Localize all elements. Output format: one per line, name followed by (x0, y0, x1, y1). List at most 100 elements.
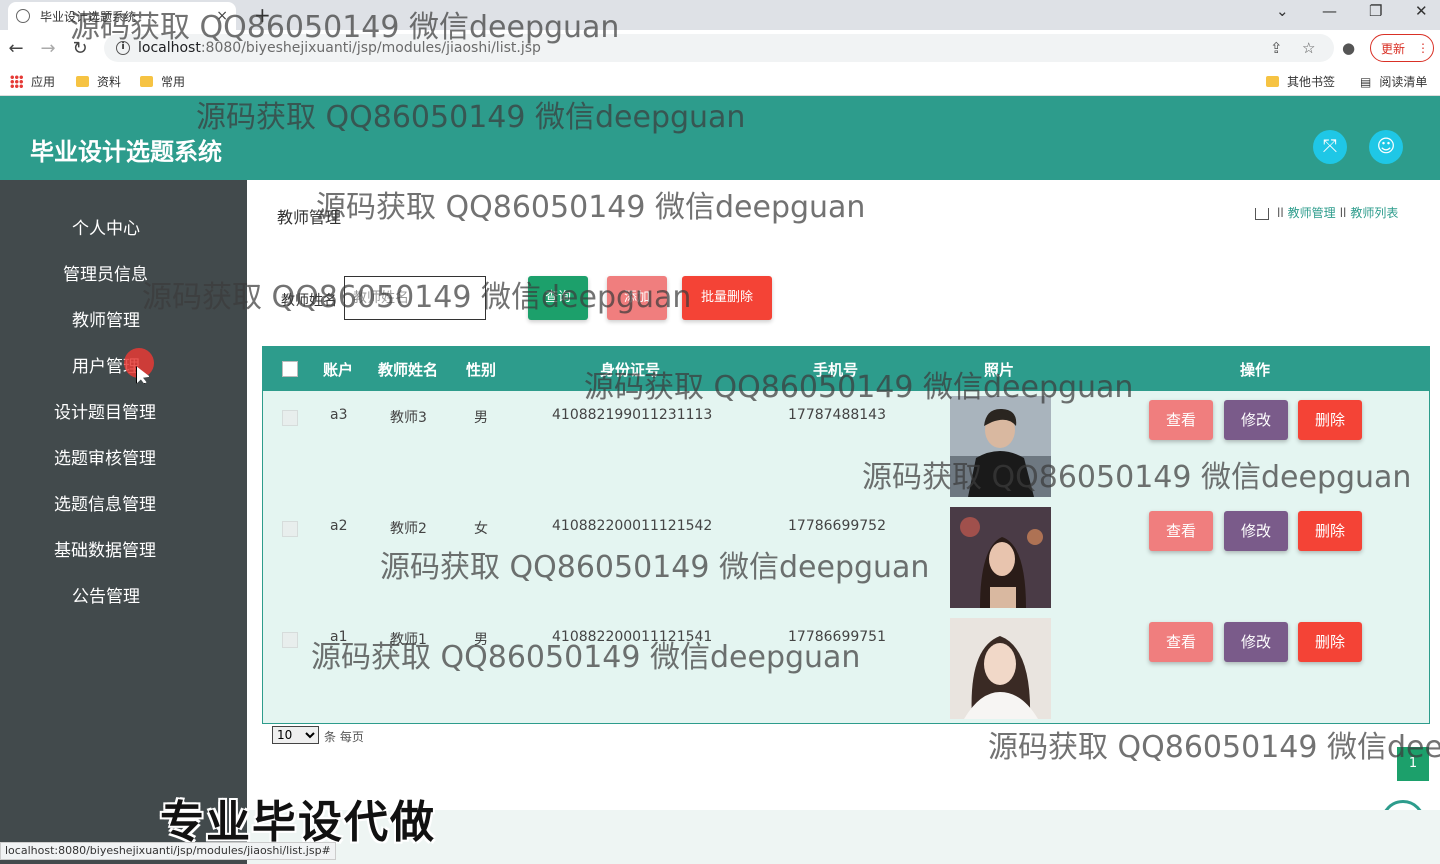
page-title: 教师管理 (277, 208, 342, 227)
edit-button[interactable]: 修改 (1224, 511, 1288, 551)
batch-delete-button[interactable]: 批量删除 (682, 276, 772, 320)
sidebar-item-topic-management[interactable]: 设计题目管理 (0, 386, 247, 432)
view-button[interactable]: 查看 (1149, 622, 1213, 662)
profile-icon[interactable]: ● (1342, 39, 1355, 57)
sidebar-item-label: 教师管理 (72, 311, 140, 331)
main-content: 教师管理 ll 教师管理 ll 教师列表 教师姓名 查询 添加 批量删除 账户 … (247, 180, 1440, 864)
url-path: :8080/biyeshejixuanti/jsp/modules/jiaosh… (200, 40, 541, 56)
search-label: 教师姓名 (281, 293, 337, 309)
header-phone: 手机号 (813, 361, 859, 379)
cell-name: 教师2 (390, 521, 427, 537)
cell-phone: 17786699752 (788, 518, 886, 534)
sidebar-item-notice-management[interactable]: 公告管理 (0, 570, 247, 616)
cell-name: 教师1 (390, 632, 427, 648)
reload-icon[interactable]: ↻ (64, 38, 96, 59)
bookmark-label: 资料 (97, 75, 122, 89)
cell-id-number: 410882200011121542 (552, 518, 713, 534)
delete-button[interactable]: 删除 (1298, 400, 1362, 440)
cell-id-number: 410882199011231113 (552, 407, 713, 423)
table-row: a3 教师3 男 410882199011231113 17787488143 … (263, 391, 1429, 502)
minimize-icon[interactable]: — (1322, 2, 1337, 20)
select-all-checkbox[interactable] (282, 361, 298, 377)
browser-tab[interactable]: 毕业设计选题系统 × (8, 2, 236, 30)
other-bookmarks[interactable]: 其他书签 (1266, 73, 1335, 90)
sidebar-item-label: 个人中心 (72, 219, 140, 239)
row-checkbox[interactable] (282, 521, 298, 537)
breadcrumb-teacher-list: 教师列表 (1350, 206, 1399, 220)
sidebar-item-personal-center[interactable]: 个人中心 (0, 202, 247, 248)
url-input[interactable]: i localhost:8080/biyeshejixuanti/jsp/mod… (104, 34, 1334, 62)
view-button[interactable]: 查看 (1149, 400, 1213, 440)
table-row: a2 教师2 女 410882200011121542 17786699752 … (263, 502, 1429, 613)
add-button[interactable]: 添加 (607, 276, 667, 320)
sidebar-item-label: 选题信息管理 (54, 495, 156, 515)
bookmark-star-icon[interactable]: ☆ (1302, 39, 1315, 57)
forward-arrow-icon[interactable]: → (32, 38, 64, 59)
cell-id-number: 410882200011121541 (552, 629, 713, 645)
sidebar-item-label: 管理员信息 (63, 265, 148, 285)
breadcrumb-separator: ll (1277, 205, 1284, 220)
cell-account: a2 (330, 518, 348, 534)
page-size-label: 条 每页 (324, 730, 364, 744)
view-button[interactable]: 查看 (1149, 511, 1213, 551)
tab-search-icon[interactable]: ⌄ (1276, 2, 1289, 20)
query-button[interactable]: 查询 (528, 276, 588, 320)
app-title: 毕业设计选题系统 (30, 138, 222, 166)
menu-dots-icon: ⋮ (1417, 41, 1430, 55)
window-close-icon[interactable]: ✕ (1415, 2, 1428, 20)
apps-grid-icon (10, 75, 23, 88)
bookmark-label: 常用 (161, 75, 186, 89)
sidebar: 个人中心 管理员信息 教师管理 用户管理 设计题目管理 选题审核管理 选题信息管… (0, 180, 247, 864)
folder-icon (140, 76, 153, 87)
header-photo: 照片 (984, 361, 1015, 379)
page-number-button[interactable]: 1 (1397, 747, 1429, 781)
user-icon[interactable]: ☺ (1369, 130, 1403, 164)
edit-button[interactable]: 修改 (1224, 622, 1288, 662)
delete-button[interactable]: 删除 (1298, 622, 1362, 662)
header-name: 教师姓名 (378, 361, 439, 379)
bookmarks-bar: 应用 资料 常用 其他书签 ▤ 阅读清单 (0, 66, 1440, 96)
tab-close-icon[interactable]: × (216, 8, 228, 24)
bookmark-label: 阅读清单 (1379, 75, 1428, 89)
reading-list[interactable]: ▤ 阅读清单 (1360, 73, 1427, 90)
share-icon[interactable]: ⇪ (1270, 39, 1283, 57)
favicon-icon (16, 9, 30, 23)
sidebar-item-review-management[interactable]: 选题审核管理 (0, 432, 247, 478)
sidebar-item-selection-info[interactable]: 选题信息管理 (0, 478, 247, 524)
cell-gender: 女 (474, 521, 488, 537)
site-info-icon[interactable]: i (116, 41, 130, 55)
page-size-select[interactable]: 10 (272, 726, 319, 744)
update-button[interactable]: 更新 ⋮ (1370, 34, 1434, 62)
breadcrumb-teacher-management[interactable]: 教师管理 (1288, 204, 1336, 221)
sidebar-item-admin-info[interactable]: 管理员信息 (0, 248, 247, 294)
teacher-photo (950, 396, 1051, 497)
fullscreen-icon[interactable]: ⤧ (1313, 130, 1347, 164)
restore-icon[interactable]: ❐ (1369, 2, 1382, 20)
sidebar-item-label: 基础数据管理 (54, 541, 156, 561)
new-tab-button[interactable]: + (254, 3, 271, 27)
bookmark-apps[interactable]: 应用 (10, 73, 55, 90)
cell-account: a1 (330, 629, 348, 645)
table-header: 账户 教师姓名 性别 身份证号 手机号 照片 操作 (263, 347, 1429, 391)
edit-button[interactable]: 修改 (1224, 400, 1288, 440)
teacher-table: 账户 教师姓名 性别 身份证号 手机号 照片 操作 a3 教师3 男 41088… (262, 346, 1430, 724)
bookmark-label: 其他书签 (1287, 75, 1336, 89)
header-account: 账户 (323, 361, 354, 379)
row-checkbox[interactable] (282, 410, 298, 426)
breadcrumb-separator: ll (1339, 205, 1347, 220)
back-arrow-icon[interactable]: ← (0, 38, 32, 59)
home-icon[interactable] (1255, 207, 1269, 220)
update-label: 更新 (1381, 41, 1406, 56)
sidebar-item-label: 设计题目管理 (54, 403, 156, 423)
sidebar-item-base-data[interactable]: 基础数据管理 (0, 524, 247, 570)
row-checkbox[interactable] (282, 632, 298, 648)
teacher-name-search-input[interactable] (344, 276, 486, 320)
delete-button[interactable]: 删除 (1298, 511, 1362, 551)
bookmark-folder-ziliao[interactable]: 资料 (76, 73, 121, 90)
url-host: localhost (138, 40, 201, 56)
bookmark-folder-changyong[interactable]: 常用 (140, 73, 185, 90)
reading-list-icon: ▤ (1360, 74, 1372, 89)
cell-phone: 17787488143 (788, 407, 886, 423)
sidebar-item-teacher-management[interactable]: 教师管理 (0, 294, 247, 340)
table-row: a1 教师1 男 410882200011121541 17786699751 … (263, 613, 1429, 724)
